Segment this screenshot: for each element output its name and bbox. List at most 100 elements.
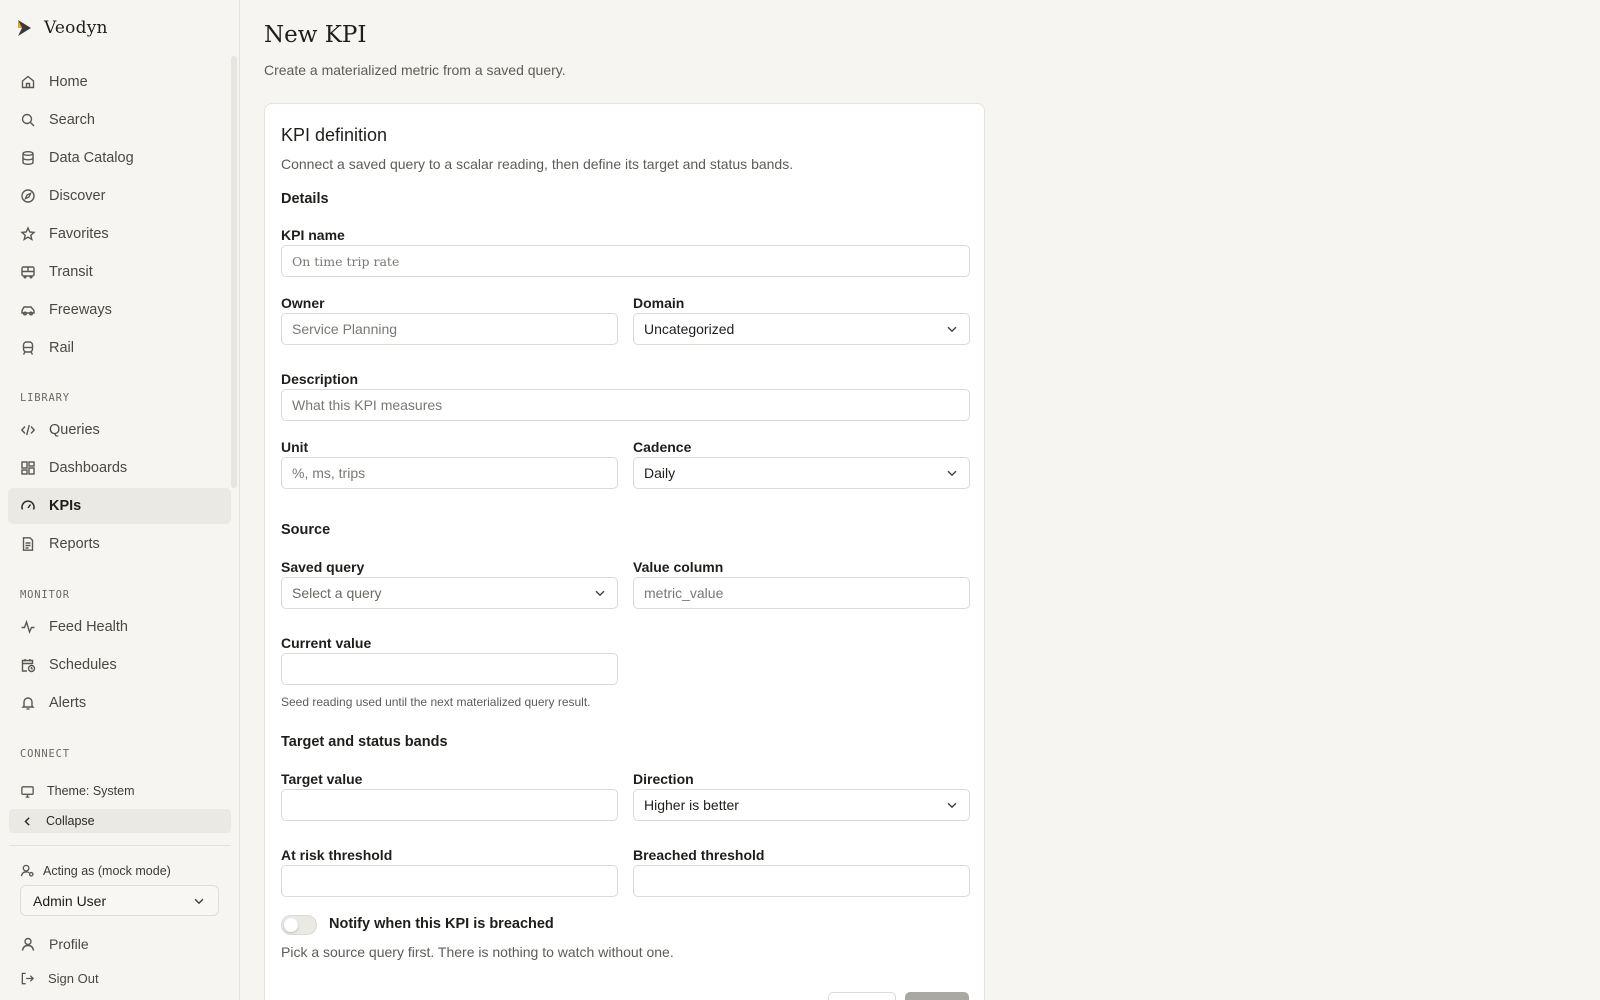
breached-label: Breached threshold [633,847,765,863]
details-heading: Details [281,191,329,207]
value-column-label: Value column [633,559,724,575]
page-subtitle: Create a materialized metric from a save… [264,62,566,78]
user-icon [21,937,35,951]
connect-heading: CONNECT [20,748,70,760]
sidebar-item-alerts[interactable]: Alerts [8,685,231,721]
star-icon [20,226,36,241]
bell-icon [21,697,35,710]
code-icon [20,424,36,436]
logo-icon [18,20,31,36]
page-title: New KPI [264,22,367,48]
kpi-name-label: KPI name [281,227,345,243]
compass-icon [21,189,35,203]
toggle-knob [284,918,298,932]
sidebar-item-label: Schedules [49,657,117,673]
owner-label: Owner [281,295,325,311]
cadence-select[interactable]: Daily [633,457,970,489]
monitor-icon [21,785,34,798]
current-value-label: Current value [281,635,372,651]
sidebar-item-label: Transit [49,264,93,280]
unit-label: Unit [281,439,309,455]
sidebar-item-label: Rail [49,340,74,356]
sidebar-item-label: Queries [49,422,100,438]
main-nav: Home Search Data Catalog Discover Favori… [8,64,231,368]
theme-label: Theme: System [47,784,135,798]
breached-input[interactable] [633,865,970,897]
sidebar-item-freeways[interactable]: Freeways [8,292,231,328]
sidebar-item-dashboards[interactable]: Dashboards [8,450,231,486]
sidebar-item-label: KPIs [49,498,82,514]
at-risk-label: At risk threshold [281,847,393,863]
chevron-left-icon [24,816,30,826]
brand-name: Veodyn [44,18,108,38]
description-label: Description [281,371,359,387]
sidebar-item-favorites[interactable]: Favorites [8,216,231,252]
sidebar-item-transit[interactable]: Transit [8,254,231,290]
saved-query-value: Select a query [292,585,382,601]
value-column-input[interactable] [633,577,970,609]
owner-input[interactable] [281,313,618,345]
sidebar-item-data-catalog[interactable]: Data Catalog [8,140,231,176]
sign-out-label: Sign Out [48,970,99,986]
cadence-label: Cadence [633,439,692,455]
acting-user-value: Admin User [33,892,107,909]
sidebar-item-reports[interactable]: Reports [8,526,231,562]
sidebar-item-schedules[interactable]: Schedules [8,647,231,683]
monitor-heading: MONITOR [20,589,70,601]
sidebar-item-home[interactable]: Home [8,64,231,100]
direction-select[interactable]: Higher is better [633,789,970,821]
database-icon [22,151,34,166]
collapse-button[interactable]: Collapse [9,809,231,833]
library-nav: Queries Dashboards KPIs Reports [8,412,231,564]
saved-query-label: Saved query [281,559,365,575]
current-value-input[interactable] [281,653,618,685]
acting-user-select[interactable]: Admin User [20,885,219,916]
notify-toggle[interactable] [281,915,317,935]
direction-value: Higher is better [644,797,739,813]
description-input[interactable] [281,389,970,421]
sidebar-divider [9,845,231,846]
bus-icon [21,266,35,279]
domain-value: Uncategorized [644,321,735,337]
cadence-value: Daily [644,465,676,481]
direction-label: Direction [633,771,694,787]
saved-query-select[interactable]: Select a query [281,577,618,609]
acting-label: Acting as (mock mode) [43,863,171,878]
gauge-icon [21,500,35,510]
unit-input[interactable] [281,457,618,489]
sidebar-item-label: Alerts [49,695,87,711]
document-icon [22,537,34,551]
sidebar-item-discover[interactable]: Discover [8,178,231,214]
notify-label: Notify when this KPI is breached [329,916,554,932]
chevron-down-icon [194,898,204,904]
monitor-nav: Feed Health Schedules Alerts [8,609,231,723]
source-heading: Source [281,522,331,538]
at-risk-input[interactable] [281,865,618,897]
sidebar-item-label: Search [49,112,95,128]
profile-link[interactable]: Profile [8,930,231,958]
user-switch-icon [20,864,34,877]
car-icon [21,306,35,316]
sidebar-item-search[interactable]: Search [8,102,231,138]
sidebar-item-kpis[interactable]: KPIs [8,488,231,524]
theme-toggle[interactable]: Theme: System [8,778,231,804]
cancel-button[interactable] [828,992,896,1000]
create-button[interactable] [905,992,969,1000]
target-heading: Target and status bands [281,734,448,750]
kpi-name-input[interactable] [281,245,970,277]
sidebar-item-label: Reports [49,536,100,552]
domain-select[interactable]: Uncategorized [633,313,970,345]
chevron-down-icon [947,802,957,809]
sidebar-item-queries[interactable]: Queries [8,412,231,448]
card-title: KPI definition [281,125,388,145]
collapse-label: Collapse [46,814,95,828]
sign-out-link[interactable]: Sign Out [8,964,231,992]
sidebar-item-feed-health[interactable]: Feed Health [8,609,231,645]
library-heading: LIBRARY [20,392,70,404]
sidebar-item-rail[interactable]: Rail [8,330,231,366]
target-value-input[interactable] [281,789,618,821]
kpi-definition-card: KPI definition Connect a saved query to … [264,103,985,1000]
sidebar-scrollbar[interactable] [231,56,237,488]
brand[interactable]: Veodyn [14,16,108,40]
chevron-down-icon [595,590,605,597]
